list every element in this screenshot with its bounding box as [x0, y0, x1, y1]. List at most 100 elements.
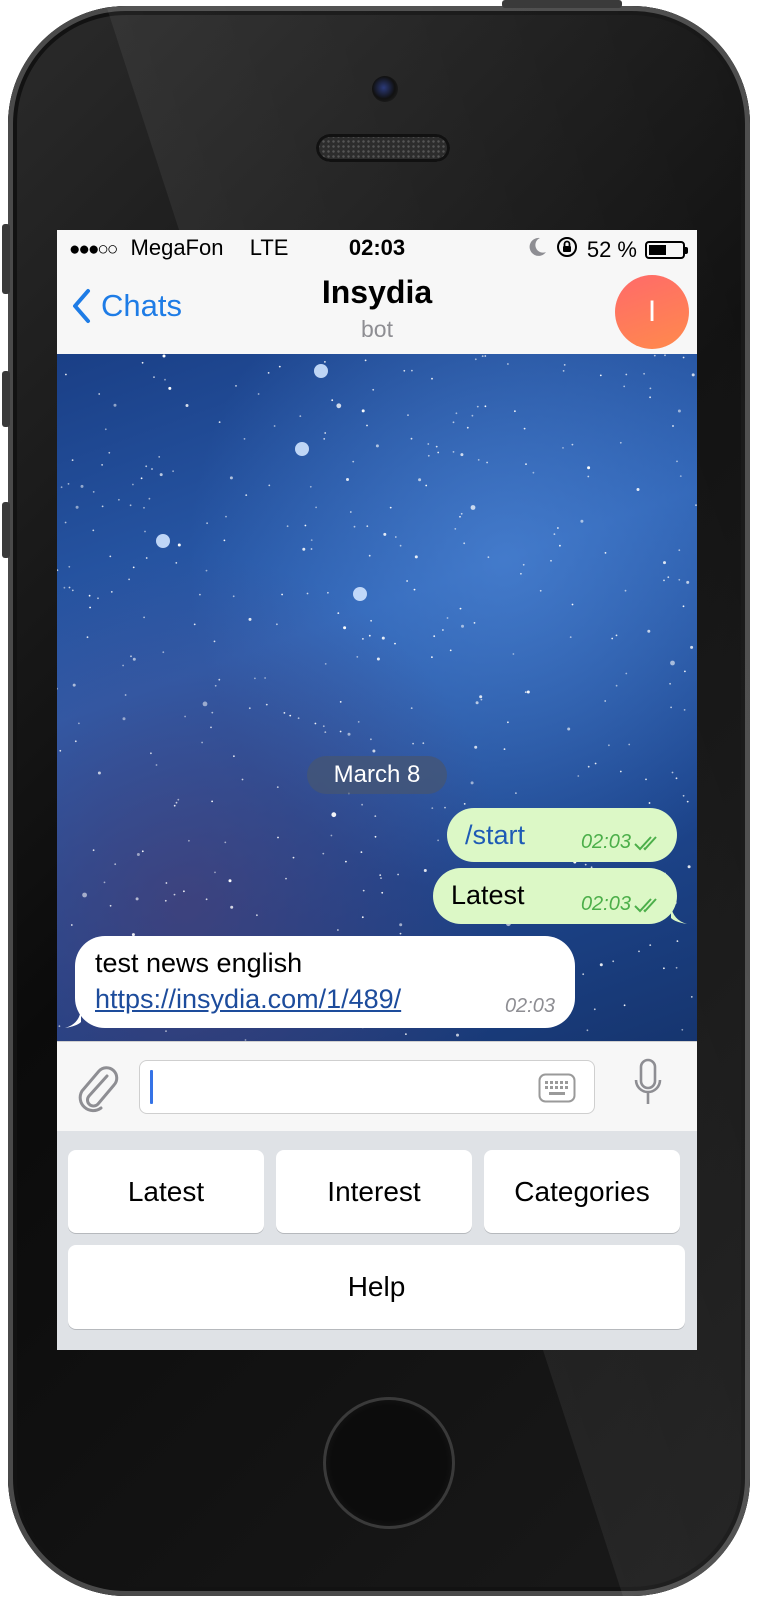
star [104, 428, 107, 431]
star [474, 745, 478, 749]
message-input[interactable] [139, 1060, 595, 1114]
avatar[interactable]: I [615, 275, 689, 349]
star [118, 498, 120, 501]
keyboard-button-latest[interactable]: Latest [68, 1150, 264, 1233]
star [481, 355, 484, 357]
double-check-icon [634, 897, 657, 912]
star [567, 727, 571, 731]
outgoing-message[interactable]: /start 02:03 [447, 808, 677, 862]
keyboard-button-categories[interactable]: Categories [484, 1150, 680, 1233]
star [587, 466, 591, 470]
star [201, 741, 204, 744]
star [571, 443, 574, 446]
star [67, 483, 70, 485]
star [98, 393, 101, 395]
star [248, 707, 251, 710]
star [487, 556, 490, 559]
star [470, 781, 474, 785]
star [649, 387, 652, 390]
star [524, 691, 527, 693]
star [82, 892, 87, 898]
star [345, 860, 347, 863]
star [514, 410, 516, 413]
keyboard-icon[interactable] [538, 1073, 576, 1108]
star [479, 695, 483, 699]
star [471, 414, 474, 417]
star [330, 834, 333, 837]
star [675, 966, 678, 969]
star [645, 778, 647, 781]
keyboard-button-interest[interactable]: Interest [276, 1150, 472, 1233]
star [366, 525, 369, 528]
moon-icon [529, 237, 547, 263]
battery-percent: 52 % [586, 237, 637, 262]
star [257, 393, 260, 395]
bright-star [156, 534, 170, 548]
star [376, 657, 380, 661]
star [584, 863, 587, 866]
bright-star [353, 587, 367, 601]
star [599, 374, 602, 377]
star [57, 569, 59, 572]
star [103, 881, 106, 884]
star [682, 605, 685, 608]
star [327, 591, 329, 594]
star [124, 694, 127, 696]
star [188, 839, 190, 842]
star [164, 378, 166, 381]
star [563, 364, 566, 366]
star [379, 874, 382, 876]
star [480, 698, 483, 701]
star [625, 373, 628, 376]
star [357, 721, 360, 723]
message-input-bar [57, 1041, 697, 1132]
star [649, 944, 652, 946]
chat-area[interactable]: March 8 /start 02:03 Latest 02:03 test n… [57, 354, 697, 1041]
star [114, 863, 117, 866]
star [122, 664, 124, 667]
star [460, 453, 464, 457]
paperclip-icon[interactable] [73, 1062, 121, 1119]
star [460, 512, 463, 515]
star [389, 506, 392, 509]
chat-title[interactable]: Insydia [57, 274, 697, 311]
star [314, 722, 317, 725]
star [539, 589, 542, 592]
star [394, 642, 396, 645]
star [628, 743, 631, 746]
star [75, 505, 79, 509]
message-meta: 02:03 [581, 893, 663, 916]
home-button[interactable] [326, 1400, 452, 1526]
star [315, 506, 317, 509]
star [277, 836, 279, 839]
star [223, 539, 226, 542]
outgoing-message[interactable]: Latest 02:03 [433, 868, 677, 924]
star [477, 459, 480, 461]
star [110, 591, 113, 593]
star [669, 682, 671, 685]
star [399, 544, 402, 547]
star [374, 815, 377, 817]
star [619, 441, 622, 444]
battery-icon [645, 241, 688, 259]
star [690, 645, 694, 649]
star [670, 660, 675, 666]
star [128, 578, 130, 581]
star [245, 494, 248, 496]
incoming-message[interactable]: test news english https://insydia.com/1/… [75, 936, 575, 1028]
star [347, 732, 351, 736]
star [372, 749, 376, 753]
star [324, 432, 327, 434]
star [569, 636, 572, 638]
keyboard-button-help[interactable]: Help [68, 1245, 685, 1329]
star [647, 629, 651, 633]
microphone-icon[interactable] [633, 1058, 663, 1115]
star [410, 707, 413, 709]
star [532, 471, 535, 474]
message-text[interactable]: /start [465, 820, 525, 851]
message-link[interactable]: https://insydia.com/1/489/ [95, 984, 401, 1015]
star [364, 359, 367, 362]
star [459, 515, 461, 518]
star [183, 890, 185, 893]
star [206, 522, 209, 525]
